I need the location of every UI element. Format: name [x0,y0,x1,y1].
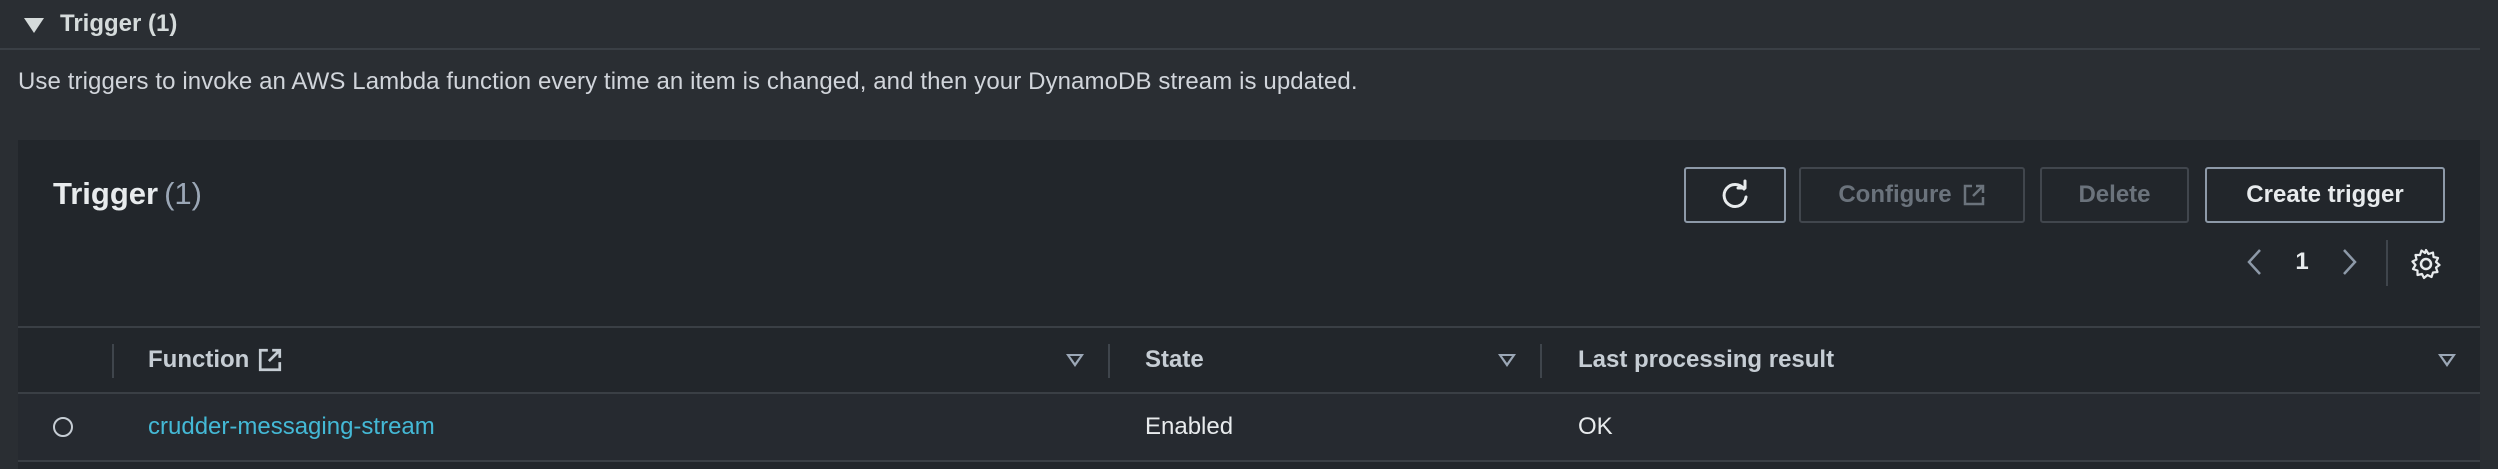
column-separator [1540,344,1542,378]
section-description: Use triggers to invoke an AWS Lambda fun… [18,68,1358,95]
function-cell: crudder-messaging-stream [148,394,435,460]
delete-button[interactable]: Delete [2040,167,2189,223]
row-select-radio[interactable] [53,417,73,437]
pagination: 1 [2240,240,2364,284]
refresh-icon [1722,179,1748,208]
table-header: Function State Last processing result [18,326,2480,394]
column-separator [112,344,114,378]
trigger-section-header[interactable]: Trigger (1) [0,0,2480,50]
pagination-divider [2386,240,2388,286]
create-trigger-button[interactable]: Create trigger [2205,167,2445,223]
trigger-page: Trigger (1) Use triggers to invoke an AW… [0,0,2498,469]
configure-button[interactable]: Configure [1799,167,2025,223]
trigger-table-panel: Trigger (1) Configure Delete Create trigg… [18,140,2480,469]
panel-title-text: Trigger [53,176,159,211]
sort-function-icon[interactable] [1066,354,1084,367]
sort-last-result-icon[interactable] [2438,354,2456,367]
column-header-function[interactable]: Function [148,328,283,392]
function-link[interactable]: crudder-messaging-stream [148,413,435,441]
caret-down-icon[interactable] [24,17,44,33]
panel-title: Trigger (1) [53,176,202,212]
table-row[interactable]: crudder-messaging-stream Enabled OK [18,394,2480,462]
external-link-icon [1962,183,1986,207]
gear-icon[interactable] [2408,246,2444,282]
configure-label: Configure [1838,181,1952,208]
section-title: Trigger (1) [60,10,178,37]
panel-count: (1) [164,176,202,211]
sort-state-icon[interactable] [1498,354,1516,367]
refresh-button[interactable] [1684,167,1786,223]
last-result-cell: OK [1578,413,1613,440]
chevron-left-icon[interactable] [2240,246,2268,278]
chevron-right-icon[interactable] [2336,246,2364,278]
column-header-state[interactable]: State [1145,328,1204,392]
column-separator [1108,344,1110,378]
column-header-last-processing-result[interactable]: Last processing result [1578,328,1834,392]
state-cell: Enabled [1145,413,1234,440]
current-page-number[interactable]: 1 [2282,248,2322,276]
external-link-icon [257,347,283,373]
